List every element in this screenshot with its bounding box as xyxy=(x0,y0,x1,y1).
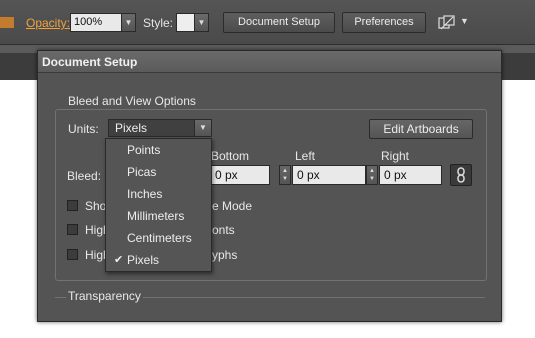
units-dropdown-menu: Points Picas Inches Millimeters Centimet… xyxy=(105,138,212,272)
opacity-label[interactable]: Opacity: xyxy=(26,16,70,30)
units-label: Units: xyxy=(68,122,99,136)
checkbox[interactable] xyxy=(67,249,78,260)
style-swatch[interactable] xyxy=(176,13,195,32)
stroke-color-indicator[interactable] xyxy=(0,17,14,28)
units-option-inches[interactable]: Inches xyxy=(106,183,211,205)
dialog-title[interactable]: Document Setup xyxy=(38,51,501,73)
bleed-label: Bleed: xyxy=(67,169,102,183)
checkbox-label-tail: yphs xyxy=(212,248,238,262)
opacity-dropdown-button[interactable]: ▼ xyxy=(121,13,136,32)
checkbox[interactable] xyxy=(67,224,78,235)
style-label: Style: xyxy=(143,16,174,30)
control-bar: Opacity: 100% ▼ Style: ▼ Document Setup … xyxy=(0,0,535,45)
chevron-down-icon[interactable]: ▼ xyxy=(460,16,469,26)
chain-link-icon xyxy=(457,167,465,183)
checkbox-label-tail: e Mode xyxy=(212,199,253,213)
bleed-right-input[interactable]: 0 px xyxy=(379,165,442,185)
units-option-pixels[interactable]: ✔ Pixels xyxy=(106,249,211,271)
document-setup-button[interactable]: Document Setup xyxy=(223,12,335,33)
transparency-group xyxy=(55,297,485,338)
transparency-title: Transparency xyxy=(66,289,143,303)
bleed-view-options-title: Bleed and View Options xyxy=(66,94,198,108)
preferences-button[interactable]: Preferences xyxy=(342,12,426,33)
bleed-bottom-label: Bottom xyxy=(211,149,250,163)
units-dropdown-arrow[interactable]: ▼ xyxy=(194,120,211,136)
checkbox[interactable] xyxy=(67,200,78,211)
units-option-label: Pixels xyxy=(127,253,160,267)
opacity-input[interactable]: 100% xyxy=(70,13,122,32)
units-option-picas[interactable]: Picas xyxy=(106,161,211,183)
bleed-bottom-input[interactable]: 0 px xyxy=(210,165,270,185)
units-option-millimeters[interactable]: Millimeters xyxy=(106,205,211,227)
units-option-points[interactable]: Points xyxy=(106,139,211,161)
checkmark-icon: ✔ xyxy=(114,254,124,266)
bleed-right-label: Right xyxy=(381,149,410,163)
arrange-documents-icon[interactable] xyxy=(438,15,456,31)
style-dropdown-button[interactable]: ▼ xyxy=(194,13,209,32)
bleed-right-spinner[interactable]: ▲ ▼ xyxy=(366,165,378,185)
checkbox-label: Sho xyxy=(85,199,107,213)
edit-artboards-button[interactable]: Edit Artboards xyxy=(369,119,473,139)
units-option-centimeters[interactable]: Centimeters xyxy=(106,227,211,249)
bleed-left-label: Left xyxy=(295,149,316,163)
bleed-left-spinner[interactable]: ▲ ▼ xyxy=(279,165,291,185)
checkbox-label-tail: onts xyxy=(212,223,235,237)
bleed-left-input[interactable]: 0 px xyxy=(292,165,366,185)
bleed-link-button[interactable] xyxy=(450,164,472,186)
